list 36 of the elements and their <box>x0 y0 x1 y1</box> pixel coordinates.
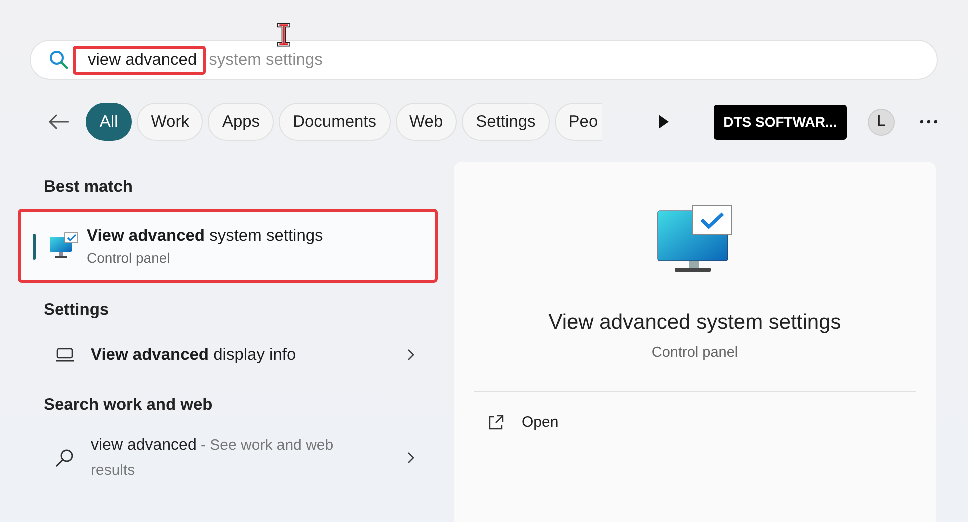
search-field[interactable]: view advanced system settings <box>30 40 938 80</box>
preview-title: View advanced system settings <box>548 311 842 335</box>
result-title: View advanced display info <box>91 346 298 364</box>
section-heading: Search work and web <box>43 396 214 415</box>
filter-tab[interactable]: Web <box>396 103 458 141</box>
filter-tab[interactable]: Peo <box>554 103 602 141</box>
account-avatar[interactable]: L <box>868 108 896 136</box>
result-item[interactable]: view advanced - See work and web results <box>18 427 438 489</box>
search-icon <box>55 448 75 468</box>
monitor-check-icon <box>657 205 733 273</box>
filter-tab[interactable]: Settings <box>462 103 550 141</box>
result-subtitle: Control panel <box>87 250 172 266</box>
filter-tab[interactable]: Apps <box>208 103 274 141</box>
filter-tab[interactable]: All <box>86 103 132 141</box>
preview-subtitle: Control panel <box>652 345 738 361</box>
play-icon[interactable] <box>658 114 670 130</box>
chevron-right-icon <box>407 452 415 464</box>
organization-button[interactable]: DTS SOFTWAR... <box>714 104 848 140</box>
chevron-right-icon <box>407 349 415 361</box>
result-item[interactable]: View advanced system settings Control panel <box>18 209 438 283</box>
filter-tab[interactable]: Work <box>137 103 204 141</box>
monitor-check-icon <box>49 232 79 260</box>
search-query: view advanced <box>73 46 206 74</box>
back-arrow-icon[interactable] <box>48 114 70 130</box>
search-icon <box>49 50 69 70</box>
more-icon[interactable] <box>920 120 938 124</box>
open-action[interactable]: Open <box>488 414 559 431</box>
laptop-icon <box>55 348 75 362</box>
filter-tab[interactable]: Documents <box>279 103 391 141</box>
open-external-icon <box>488 414 504 430</box>
section-heading: Best match <box>43 178 134 197</box>
section-heading: Settings <box>43 301 110 320</box>
search-completion: system settings <box>209 50 323 70</box>
web-search-suggestion: view advanced - See work and web results <box>91 436 335 481</box>
result-item[interactable]: View advanced display info <box>18 332 438 378</box>
result-title: View advanced system settings <box>87 226 324 246</box>
